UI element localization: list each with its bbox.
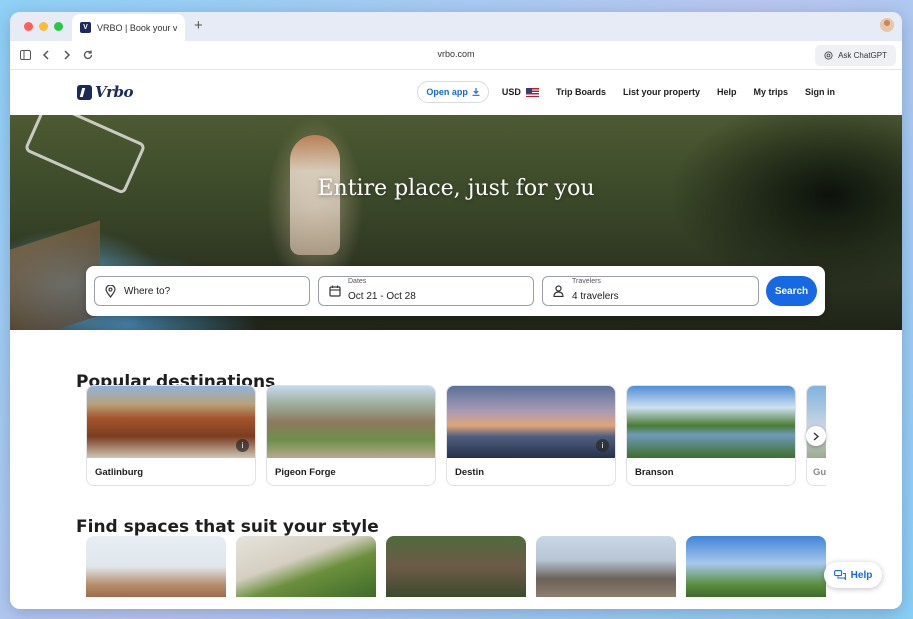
- top-nav: Open app USD Trip Boards List your prope…: [417, 81, 902, 103]
- travelers-label: Travelers: [572, 278, 601, 285]
- pigeon-forge-image: [267, 386, 435, 458]
- calendar-icon: [328, 285, 341, 298]
- style-card-5[interactable]: [686, 536, 826, 597]
- address-bar[interactable]: vrbo.com: [10, 49, 902, 59]
- person-icon: [552, 285, 565, 298]
- nav-help[interactable]: Help: [717, 87, 737, 97]
- vrbo-logo[interactable]: Vrbo: [77, 83, 134, 101]
- nav-my-trips[interactable]: My trips: [753, 87, 788, 97]
- destination-placeholder: Where to?: [124, 285, 171, 297]
- travelers-field[interactable]: Travelers 4 travelers: [542, 276, 759, 306]
- hero-title: Entire place, just for you: [317, 176, 595, 201]
- gatlinburg-image: i: [87, 386, 255, 458]
- browser-tab-vrbo[interactable]: V VRBO | Book your v: [72, 14, 185, 41]
- destination-name: Branson: [635, 467, 674, 478]
- carousel-next-chevron-icon[interactable]: [806, 426, 826, 446]
- destination-card-branson[interactable]: Branson: [626, 385, 796, 486]
- destination-name: Gu: [813, 467, 826, 478]
- hero-banner: Entire place, just for you Where to? Dat…: [10, 115, 902, 330]
- vrbo-favicon-icon: V: [80, 22, 91, 33]
- vrbo-logo-text: Vrbo: [95, 83, 134, 101]
- destination-card-gatlinburg[interactable]: i Gatlinburg: [86, 385, 256, 486]
- tab-title: VRBO | Book your v: [97, 22, 177, 33]
- style-card-1[interactable]: [86, 536, 226, 597]
- style-card-2[interactable]: [236, 536, 376, 597]
- ask-chatgpt-button[interactable]: Ask ChatGPT: [815, 45, 896, 66]
- find-spaces-title: Find spaces that suit your style: [76, 517, 379, 537]
- branson-image: [627, 386, 795, 458]
- ask-chatgpt-label: Ask ChatGPT: [838, 51, 887, 60]
- destination-name: Pigeon Forge: [275, 467, 336, 478]
- search-bar: Where to? Dates Oct 21 - Oct 28 Traveler…: [86, 266, 825, 316]
- us-flag-icon: [525, 87, 539, 97]
- style-card-3[interactable]: [386, 536, 526, 597]
- currency-selector[interactable]: USD: [502, 87, 539, 97]
- nav-sign-in[interactable]: Sign in: [805, 87, 835, 97]
- chatgpt-icon: [824, 51, 833, 60]
- destination-card-pigeon-forge[interactable]: Pigeon Forge: [266, 385, 436, 486]
- chat-bubbles-icon: [833, 570, 846, 580]
- destin-image: i: [447, 386, 615, 458]
- destination-name: Destin: [455, 467, 485, 478]
- destination-card-destin[interactable]: i Destin: [446, 385, 616, 486]
- close-window-button[interactable]: [24, 22, 33, 31]
- destination-name: Gatlinburg: [95, 467, 144, 478]
- download-icon: [472, 88, 480, 96]
- nav-trip-boards[interactable]: Trip Boards: [556, 87, 606, 97]
- help-chat-button[interactable]: Help: [824, 562, 882, 588]
- info-icon[interactable]: i: [596, 439, 609, 452]
- minimize-window-button[interactable]: [39, 22, 48, 31]
- nav-list-your-property[interactable]: List your property: [623, 87, 700, 97]
- new-tab-plus-icon[interactable]: +: [194, 17, 203, 34]
- travelers-value: 4 travelers: [572, 291, 619, 302]
- window-controls: [24, 22, 63, 31]
- dates-label: Dates: [348, 278, 367, 285]
- info-icon[interactable]: i: [236, 439, 249, 452]
- style-card-4[interactable]: [536, 536, 676, 597]
- open-app-button[interactable]: Open app: [417, 81, 489, 103]
- currency-label: USD: [501, 87, 521, 97]
- site-header: Vrbo Open app USD Trip Boards List your …: [10, 70, 902, 115]
- dates-value: Oct 21 - Oct 28: [348, 291, 416, 302]
- dates-field[interactable]: Dates Oct 21 - Oct 28: [318, 276, 534, 306]
- maximize-window-button[interactable]: [54, 22, 63, 31]
- browser-toolbar: vrbo.com Ask ChatGPT: [10, 41, 902, 70]
- profile-avatar-icon[interactable]: [880, 18, 894, 32]
- destination-field[interactable]: Where to?: [94, 276, 310, 306]
- tab-strip: V VRBO | Book your v +: [10, 12, 902, 41]
- partial-destination-image: [807, 386, 826, 458]
- search-button[interactable]: Search: [766, 276, 817, 306]
- vrbo-logo-mark-icon: [77, 84, 92, 100]
- help-label: Help: [850, 569, 873, 581]
- open-app-label: Open app: [426, 87, 468, 97]
- location-pin-icon: [104, 284, 117, 298]
